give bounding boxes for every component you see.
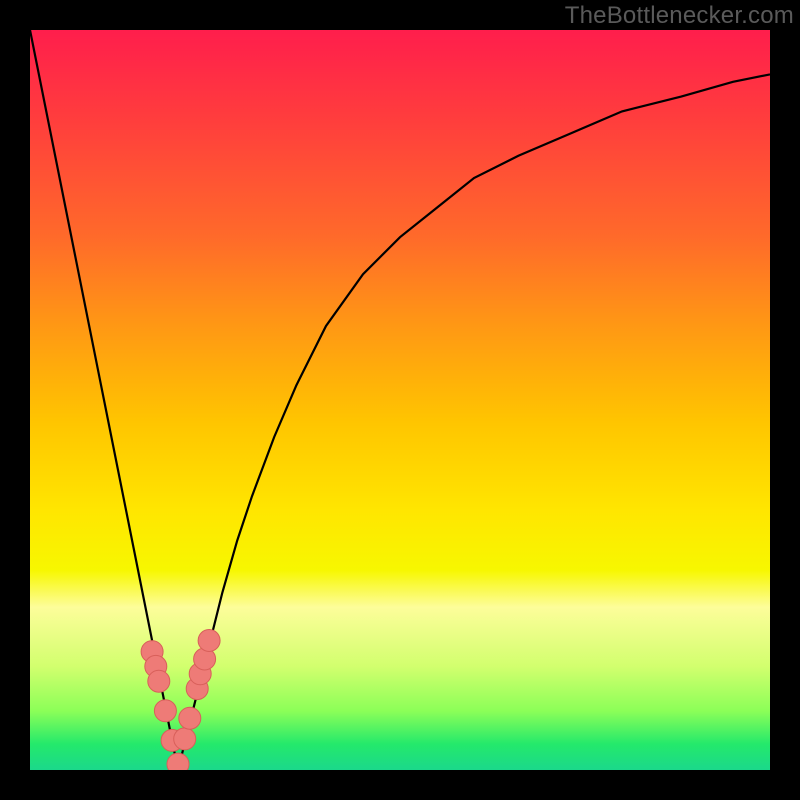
bottleneck-curve <box>30 30 770 770</box>
data-markers <box>141 630 220 771</box>
data-marker <box>198 630 220 652</box>
chart-frame: TheBottlenecker.com <box>0 0 800 800</box>
data-marker <box>148 670 170 692</box>
chart-svg <box>30 30 770 770</box>
watermark-text: TheBottlenecker.com <box>565 2 794 30</box>
data-marker <box>154 700 176 722</box>
data-marker <box>167 753 189 770</box>
data-marker <box>179 707 201 729</box>
heatmap-background <box>30 30 770 770</box>
data-marker <box>174 728 196 750</box>
